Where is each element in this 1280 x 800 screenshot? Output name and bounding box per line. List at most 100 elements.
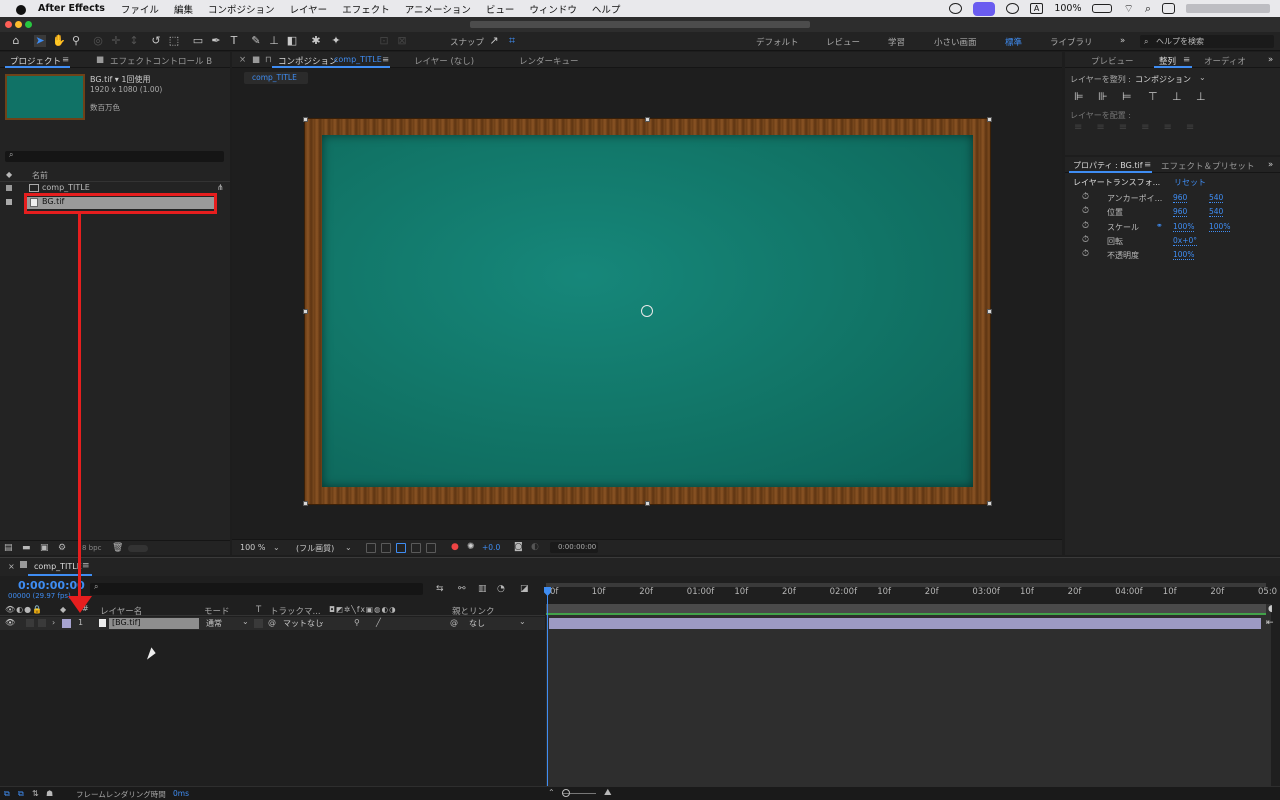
stopwatch-icon[interactable]: ⏱ — [1082, 249, 1089, 259]
property-value-2[interactable]: 100% — [1209, 222, 1231, 232]
distribute-icons[interactable]: ≡≡≡≡≡≡ — [1074, 122, 1208, 133]
trash-icon[interactable]: 🗑 — [112, 543, 123, 553]
input-method-indicator[interactable]: A — [1029, 3, 1044, 14]
menu-animation[interactable]: アニメーション — [405, 2, 471, 16]
work-area-bar[interactable] — [546, 583, 1266, 587]
chevron-down-icon[interactable]: ⌄ — [519, 617, 526, 626]
layer-switches-toggle-icon[interactable]: ⧉ — [4, 789, 10, 799]
hand-tool-icon[interactable]: ✋ — [52, 35, 66, 47]
workspace-default[interactable]: デフォルト — [756, 36, 799, 48]
track-matte-column[interactable]: トラックマ... — [270, 605, 321, 617]
comp-breadcrumb[interactable]: comp_TITLE — [244, 72, 308, 84]
av-features-icons[interactable]: 👁◐●🔒 — [5, 605, 43, 614]
zoom-out-icon[interactable]: ⌃ — [548, 788, 555, 797]
thumbnail-slider[interactable] — [128, 545, 148, 552]
current-time-indicator[interactable] — [547, 587, 548, 787]
pen-tool-icon[interactable]: ✒ — [210, 35, 222, 47]
comp-mini-flowchart-icon[interactable]: ⇆ — [436, 584, 444, 594]
axis-mode-icon[interactable]: ⊡ — [378, 35, 390, 47]
motion-blur-icon[interactable]: ◔ — [497, 584, 505, 594]
properties-tab-menu-icon[interactable]: ≡ — [1144, 160, 1151, 170]
wifi-icon[interactable]: ⌔ — [1123, 2, 1133, 16]
snap-features-icon[interactable]: ⌗ — [506, 35, 518, 47]
project-search-input[interactable]: ⌕ — [5, 150, 224, 162]
property-row[interactable]: ⏱ 回転 0x+0° — [1065, 235, 1280, 248]
tab-effect-controls[interactable]: エフェクトコントロール B — [110, 55, 212, 67]
in-out-toggle-icon[interactable]: ⇅ — [32, 789, 39, 798]
new-comp-icon[interactable]: ▣ — [40, 543, 49, 553]
control-center-icon[interactable] — [1162, 3, 1175, 14]
timeline-zoom-thumb[interactable] — [562, 789, 570, 797]
transform-handle-left[interactable] — [303, 309, 308, 314]
property-value-1[interactable]: 100% — [1173, 222, 1195, 232]
align-bottom-icon[interactable]: ⊥ — [1196, 90, 1206, 103]
property-value-1[interactable]: 100% — [1173, 250, 1195, 261]
transform-handle-bottom[interactable] — [645, 501, 650, 506]
property-row[interactable]: ⏱ 位置 960 540 — [1065, 206, 1280, 219]
transform-handle-bottom-right[interactable] — [987, 501, 992, 506]
menu-view[interactable]: ビュー — [486, 2, 515, 16]
transform-handle-right[interactable] — [987, 309, 992, 314]
close-tab-icon[interactable]: × — [239, 55, 246, 65]
tab-effects-presets[interactable]: エフェクト＆プリセット — [1161, 160, 1255, 172]
close-tab-icon[interactable]: × — [8, 562, 15, 571]
region-of-interest-icon[interactable] — [411, 543, 421, 553]
lock-icon[interactable]: ■ — [252, 55, 260, 65]
comp-tab-menu-icon[interactable]: ≡ — [382, 55, 389, 65]
preserve-transparency-toggle[interactable] — [254, 619, 263, 628]
world-axis-icon[interactable]: ⊠ — [396, 35, 408, 47]
project-settings-icon[interactable]: ⚙ — [58, 543, 66, 553]
align-top-icon[interactable]: ⊤ — [1148, 90, 1158, 103]
align-v-center-icon[interactable]: ⊥ — [1172, 90, 1182, 103]
tab-composition-name[interactable]: comp_TITLE — [334, 55, 382, 64]
property-value-1[interactable]: 960 — [1173, 193, 1188, 203]
creative-cloud-icon[interactable] — [948, 3, 962, 14]
exposure-value[interactable]: +0.0 — [482, 543, 500, 552]
rectangle-tool-icon[interactable]: ▭ — [192, 35, 204, 47]
zoom-tool-icon[interactable]: ⚲ — [70, 35, 82, 47]
layer-label-color[interactable] — [62, 619, 71, 628]
property-value-2[interactable]: 540 — [1209, 207, 1224, 218]
parent-dropdown[interactable]: なし — [469, 618, 485, 629]
zoom-dropdown[interactable]: 100 % — [240, 543, 265, 552]
transform-handle-top-right[interactable] — [987, 117, 992, 122]
mask-visibility-icon[interactable] — [396, 543, 406, 553]
align-tab-menu-icon[interactable]: ≡ — [1183, 55, 1190, 65]
chevron-down-icon[interactable]: ⌄ — [273, 543, 280, 552]
battery-icon[interactable] — [1092, 4, 1113, 13]
close-window-button[interactable] — [5, 21, 12, 28]
dolly-tool-icon[interactable]: ↕ — [128, 35, 140, 47]
spiral-icon[interactable]: @ — [268, 618, 276, 627]
render-time-toggle-icon[interactable]: ☗ — [46, 789, 53, 798]
home-icon[interactable]: ⌂ — [10, 35, 22, 47]
property-value-2[interactable]: 540 — [1209, 193, 1224, 203]
workspace-libraries[interactable]: ライブラリ — [1050, 36, 1093, 48]
align-h-center-icon[interactable]: ⊪ — [1098, 90, 1108, 103]
type-tool-icon[interactable]: T — [228, 35, 240, 47]
property-row[interactable]: ⏱ 不透明度 100% — [1065, 249, 1280, 262]
draft-3d-icon[interactable]: ⚯ — [458, 584, 466, 594]
solo-toggle[interactable] — [26, 619, 34, 627]
fast-preview-icon[interactable] — [366, 543, 376, 553]
chevron-down-icon[interactable]: ⌄ — [318, 617, 325, 626]
workspace-overflow-icon[interactable]: » — [1120, 36, 1125, 46]
selection-tool-icon[interactable]: ➤ — [34, 35, 46, 47]
stopwatch-icon[interactable]: ⏱ — [1082, 192, 1089, 202]
layer-duration-bar[interactable] — [549, 618, 1261, 629]
label-column-icon[interactable]: ◆ — [60, 605, 66, 614]
comp-button-icon[interactable]: ◖ — [1268, 604, 1273, 614]
clone-stamp-tool-icon[interactable]: ⊥ — [268, 35, 280, 47]
transform-section-title[interactable]: レイヤートランスフォ... — [1073, 177, 1160, 188]
name-column-header[interactable]: 名前 — [32, 170, 48, 181]
viewer-timecode[interactable]: 0:00:00:00 — [550, 542, 598, 553]
menu-effect[interactable]: エフェクト — [342, 2, 390, 16]
quality-switch-icon[interactable]: ╱ — [376, 618, 381, 627]
workspace-learn[interactable]: 学習 — [888, 36, 905, 48]
menu-file[interactable]: ファイル — [121, 2, 159, 16]
stopwatch-icon[interactable]: ⏱ — [1082, 221, 1089, 231]
lock-toggle[interactable] — [38, 619, 46, 627]
chevron-down-icon[interactable]: ⌄ — [345, 543, 352, 552]
menu-composition[interactable]: コンポジション — [208, 2, 275, 16]
puppet-tool-icon[interactable]: ✦ — [330, 35, 342, 47]
tab-audio[interactable]: オーディオ — [1204, 55, 1246, 67]
